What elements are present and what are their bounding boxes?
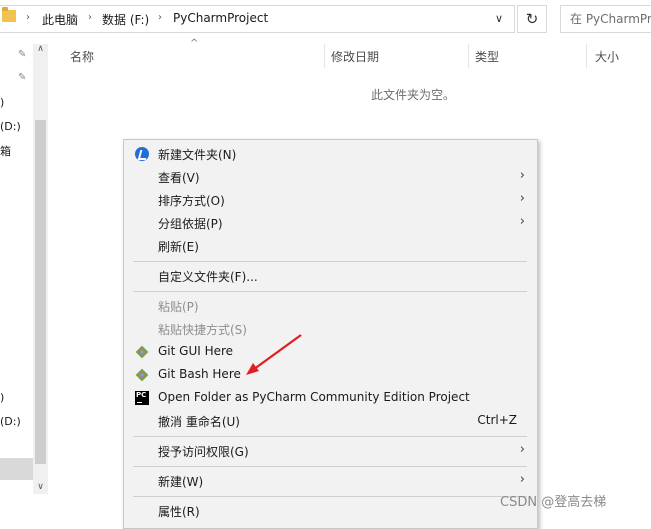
chevron-right-icon: › xyxy=(519,442,525,457)
menu-separator xyxy=(133,291,527,292)
annotation-arrow-icon xyxy=(246,334,302,375)
menu-item-group-by[interactable]: 分组依据(P) › xyxy=(124,212,537,235)
breadcrumb-this-pc[interactable]: 此电脑 xyxy=(42,11,78,28)
menu-item-new[interactable]: 新建(W) › xyxy=(124,470,537,493)
chevron-right-icon[interactable]: › xyxy=(26,12,30,23)
menu-item-git-bash[interactable]: Git Bash Here xyxy=(124,364,537,387)
nav-item[interactable]: (D:) xyxy=(0,415,21,428)
pycharm-icon: PC xyxy=(135,391,149,405)
menu-separator xyxy=(133,436,527,437)
menu-item-label: 自定义文件夹(F)... xyxy=(158,270,258,284)
new-folder-icon xyxy=(135,147,149,161)
breadcrumb-drive-f[interactable]: 数据 (F:) xyxy=(102,11,149,28)
nav-item[interactable]: 箱 xyxy=(0,143,11,159)
menu-separator xyxy=(133,496,527,497)
menu-item-refresh[interactable]: 刷新(E) xyxy=(124,235,537,258)
menu-separator xyxy=(133,261,527,262)
menu-item-customize-folder[interactable]: 自定义文件夹(F)... xyxy=(124,265,537,288)
menu-separator xyxy=(133,466,527,467)
chevron-right-icon[interactable]: › xyxy=(158,12,162,23)
menu-item-label: Git GUI Here xyxy=(158,344,234,358)
sort-caret-icon: ^ xyxy=(190,38,199,49)
nav-item-selected[interactable] xyxy=(0,458,33,480)
column-divider[interactable] xyxy=(586,44,587,68)
menu-item-give-access[interactable]: 授予访问权限(G) › xyxy=(124,440,537,463)
menu-item-label: 授予访问权限(G) xyxy=(158,445,249,459)
nav-scrollbar-thumb[interactable] xyxy=(35,120,46,464)
folder-icon xyxy=(2,7,16,22)
address-bar-area: › 此电脑 › 数据 (F:) › PyCharmProject ∨ ↻ 在 P… xyxy=(0,0,651,38)
search-input[interactable]: 在 PyCharmProject xyxy=(560,5,651,33)
menu-item-label: 属性(R) xyxy=(158,505,200,519)
menu-item-label: 刷新(E) xyxy=(158,240,199,254)
column-header-name[interactable]: 名称 xyxy=(70,48,94,65)
menu-item-new-folder[interactable]: 新建文件夹(N) xyxy=(124,143,537,166)
column-header-modified[interactable]: 修改日期 xyxy=(331,48,379,65)
menu-item-label: 新建文件夹(N) xyxy=(158,148,237,162)
menu-shortcut: Ctrl+Z xyxy=(477,413,517,427)
git-icon xyxy=(135,368,149,382)
nav-item[interactable]: (D:) xyxy=(0,120,21,133)
menu-item-label: 粘贴快捷方式(S) xyxy=(158,323,247,337)
menu-item-undo-rename[interactable]: 撤消 重命名(U) Ctrl+Z xyxy=(124,410,537,433)
menu-item-label: 排序方式(O) xyxy=(158,194,225,208)
nav-item[interactable]: ) xyxy=(0,96,4,109)
column-header-type[interactable]: 类型 xyxy=(475,48,499,65)
menu-item-paste: 粘贴(P) xyxy=(124,295,537,318)
scroll-down-icon[interactable]: ∨ xyxy=(35,482,46,496)
address-dropdown-button[interactable]: ∨ xyxy=(488,8,510,30)
empty-folder-message: 此文件夹为空。 xyxy=(371,88,456,102)
chevron-right-icon: › xyxy=(519,214,525,229)
pin-icon: ✎ xyxy=(18,49,27,60)
nav-item[interactable]: ) xyxy=(0,391,4,404)
menu-item-label: 新建(W) xyxy=(158,475,204,489)
column-divider[interactable] xyxy=(324,44,325,68)
menu-item-label: 粘贴(P) xyxy=(158,300,199,314)
chevron-right-icon[interactable]: › xyxy=(88,12,92,23)
menu-item-label: 撤消 重命名(U) xyxy=(158,415,240,429)
pin-icon: ✎ xyxy=(18,72,27,83)
menu-item-label: 分组依据(P) xyxy=(158,217,223,231)
menu-item-sort-by[interactable]: 排序方式(O) › xyxy=(124,189,537,212)
chevron-right-icon: › xyxy=(519,168,525,183)
context-menu: 新建文件夹(N) 查看(V) › 排序方式(O) › 分组依据(P) › 刷新(… xyxy=(123,139,538,529)
menu-item-view[interactable]: 查看(V) › xyxy=(124,166,537,189)
menu-item-label: 查看(V) xyxy=(158,171,200,185)
chevron-right-icon: › xyxy=(519,472,525,487)
menu-item-git-gui[interactable]: Git GUI Here xyxy=(124,341,537,364)
menu-item-paste-shortcut: 粘贴快捷方式(S) xyxy=(124,318,537,341)
menu-item-label: Open Folder as PyCharm Community Edition… xyxy=(158,390,470,404)
git-icon xyxy=(135,345,149,359)
refresh-button[interactable]: ↻ xyxy=(517,5,547,33)
watermark: CSDN @登高去梯 xyxy=(500,495,607,510)
menu-item-label: Git Bash Here xyxy=(158,367,241,381)
menu-item-open-pycharm[interactable]: PC Open Folder as PyCharm Community Edit… xyxy=(124,387,537,410)
scroll-up-icon[interactable]: ∧ xyxy=(35,44,46,58)
breadcrumb-pycharmproject[interactable]: PyCharmProject xyxy=(173,11,268,25)
chevron-right-icon: › xyxy=(519,191,525,206)
column-header-size[interactable]: 大小 xyxy=(595,48,619,65)
column-divider[interactable] xyxy=(468,44,469,68)
